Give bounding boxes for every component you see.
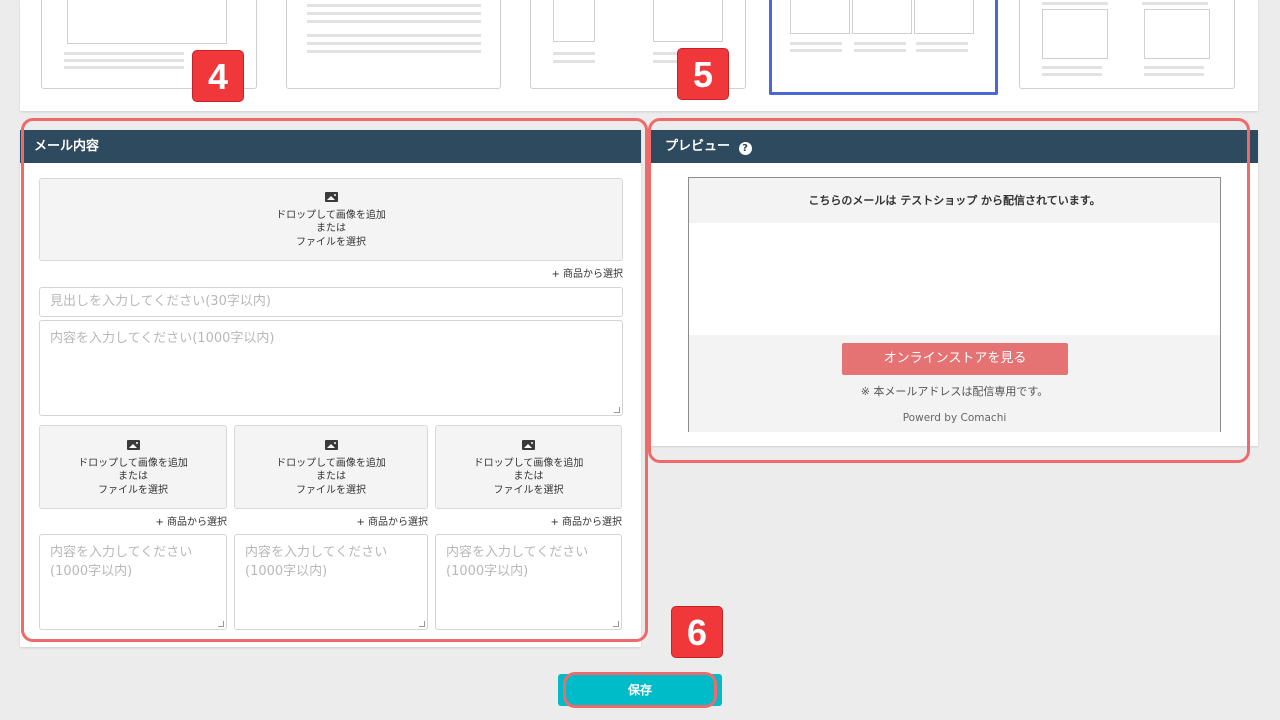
column-1-textarea[interactable]: 内容を入力してください (1000字以内) (39, 534, 227, 630)
template-thumb-line (916, 49, 968, 52)
image-icon (324, 440, 338, 450)
column-placeholder-limit: (1000字以内) (50, 564, 133, 579)
column-2-select-from-products-link[interactable]: + 商品から選択 (310, 513, 428, 528)
resize-grip-icon[interactable] (613, 621, 619, 627)
template-thumb-image (914, 0, 974, 34)
template-thumb-line (64, 59, 184, 62)
send-only-note: ※ 本メールアドレスは配信専用です。 (860, 385, 1049, 398)
template-thumb-image (790, 0, 850, 34)
column-placeholder-limit: (1000字以内) (245, 564, 328, 579)
powered-by-text: Powerd by Comachi (902, 412, 1007, 424)
template-thumb-image (852, 0, 912, 34)
preview-footer: オンラインストアを見る ※ 本メールアドレスは配信専用です。 Powerd by… (689, 335, 1220, 432)
template-thumb-line (553, 60, 595, 63)
template-thumb-line (790, 49, 842, 52)
column-3-select-from-products-link[interactable]: + 商品から選択 (500, 513, 622, 528)
column-placeholder-limit: (1000字以内) (446, 564, 529, 579)
template-thumb-image (1144, 9, 1210, 59)
preview-sender-text: こちらのメールは テストショップ から配信されています。 (689, 178, 1220, 223)
template-option-4-selected[interactable] (769, 0, 998, 95)
body-placeholder: 内容を入力してください(1000字以内) (50, 331, 275, 346)
template-thumb-line (553, 52, 595, 55)
select-from-products-link[interactable]: + 商品から選択 (500, 265, 623, 280)
template-thumb-line (1042, 2, 1108, 5)
template-thumb-line (307, 12, 481, 15)
template-thumb-line (64, 52, 184, 55)
column-placeholder: 内容を入力してください (245, 545, 388, 560)
template-thumb-line (1144, 66, 1204, 69)
dropzone-text: ドロップして画像を追加 (78, 457, 188, 469)
column-placeholder: 内容を入力してください (446, 545, 589, 560)
column-3-textarea[interactable]: 内容を入力してください (1000字以内) (435, 534, 622, 630)
template-thumb-line (854, 49, 906, 52)
save-button[interactable]: 保存 (558, 674, 722, 706)
template-thumb-image (67, 0, 227, 44)
template-thumb-line (854, 42, 906, 45)
step-badge-4: 4 (192, 50, 244, 102)
template-thumb-line (1142, 2, 1208, 5)
dropzone-or: または (316, 471, 346, 482)
template-thumb-line (307, 4, 481, 7)
column-2-textarea[interactable]: 内容を入力してください (1000字以内) (234, 534, 428, 630)
mail-content-title: メール内容 (20, 130, 641, 163)
dropzone-or: または (118, 471, 148, 482)
column-1-image-dropzone[interactable]: ドロップして画像を追加 または ファイルを選択 (39, 425, 227, 509)
dropzone-or: または (316, 223, 346, 234)
preview-header: プレビュー ? (651, 130, 1258, 163)
resize-grip-icon[interactable] (419, 621, 425, 627)
dropzone-file-link[interactable]: ファイルを選択 (494, 485, 564, 496)
preview-title: プレビュー (665, 139, 731, 154)
dropzone-text: ドロップして画像を追加 (276, 209, 386, 221)
column-placeholder: 内容を入力してください (50, 545, 193, 560)
dropzone-file-link[interactable]: ファイルを選択 (296, 237, 366, 248)
template-thumb-image (1042, 9, 1108, 59)
template-thumb-line (916, 42, 968, 45)
template-thumb-line (790, 42, 842, 45)
heading-input[interactable]: 見出しを入力してください(30字以内) (39, 287, 623, 317)
column-2-image-dropzone[interactable]: ドロップして画像を追加 または ファイルを選択 (234, 425, 428, 509)
template-option-2[interactable] (286, 0, 501, 89)
dropzone-file-link[interactable]: ファイルを選択 (296, 485, 366, 496)
dropzone-or: または (513, 471, 544, 482)
template-thumb-line (1042, 66, 1102, 69)
email-preview: こちらのメールは テストショップ から配信されています。 オンラインストアを見る… (688, 177, 1221, 432)
image-icon (522, 440, 535, 450)
template-thumb-line (307, 50, 481, 53)
dropzone-file-link[interactable]: ファイルを選択 (98, 485, 168, 496)
online-store-button[interactable]: オンラインストアを見る (842, 343, 1068, 375)
template-thumb-image (553, 0, 595, 42)
template-option-5[interactable] (1019, 0, 1235, 89)
dropzone-text: ドロップして画像を追加 (473, 457, 584, 469)
step-badge-5: 5 (677, 48, 729, 100)
resize-grip-icon[interactable] (614, 407, 620, 413)
help-icon[interactable]: ? (738, 142, 752, 155)
resize-grip-icon[interactable] (218, 621, 224, 627)
column-3-image-dropzone[interactable]: ドロップして画像を追加 または ファイルを選択 (435, 425, 622, 509)
image-icon (324, 192, 338, 202)
step-badge-6: 6 (671, 606, 723, 658)
template-thumb-image (653, 0, 723, 42)
body-textarea[interactable]: 内容を入力してください(1000字以内) (39, 320, 623, 416)
column-1-select-from-products-link[interactable]: + 商品から選択 (110, 513, 227, 528)
template-thumb-line (307, 42, 481, 45)
image-icon (126, 440, 140, 450)
template-thumb-line (1144, 73, 1204, 76)
template-thumb-line (307, 20, 481, 23)
template-thumb-line (64, 66, 184, 69)
dropzone-text: ドロップして画像を追加 (276, 457, 386, 469)
main-image-dropzone[interactable]: ドロップして画像を追加 または ファイルを選択 (39, 178, 623, 261)
template-thumb-line (307, 34, 481, 37)
template-thumb-line (1042, 73, 1102, 76)
